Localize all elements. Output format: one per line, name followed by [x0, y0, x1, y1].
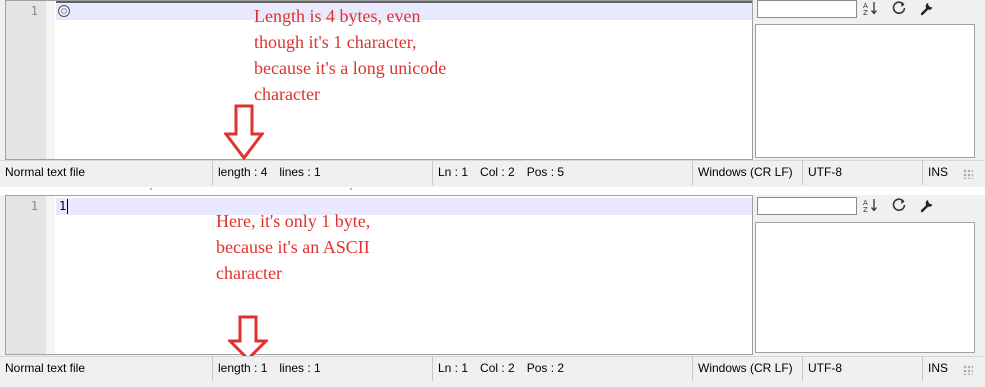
status-insert-mode: INS: [928, 165, 949, 179]
status-ln: Ln : 1: [438, 165, 469, 179]
status-lines: lines : 1: [279, 165, 321, 179]
fold-margin: [46, 1, 55, 159]
status-file-type: Normal text file: [5, 165, 86, 179]
resize-grip[interactable]: [963, 365, 973, 375]
search-input[interactable]: [757, 0, 857, 18]
side-panel-list[interactable]: [755, 222, 975, 353]
side-panel-area: AZ: [755, 0, 976, 187]
status-eol: Windows (CR LF): [698, 361, 793, 375]
status-bar: Normal text file length : 4 lines : 1 Ln …: [0, 160, 985, 185]
line-number: 1: [30, 199, 38, 213]
annotation-text: Length is 4 bytes, even though it's 1 ch…: [254, 6, 447, 104]
line-number: 1: [30, 4, 38, 18]
line-number-gutter: 1: [6, 1, 47, 159]
down-arrow-annotation: [224, 104, 264, 160]
sort-az-icon[interactable]: AZ: [862, 197, 878, 213]
annotation-text: Here, it's only 1 byte, because it's an …: [216, 211, 371, 283]
current-line-highlight: [56, 198, 752, 215]
refresh-icon[interactable]: [891, 0, 907, 16]
fold-margin: [46, 196, 55, 354]
text-caret: [67, 199, 68, 214]
search-input[interactable]: [757, 197, 857, 215]
editor-pane-bottom: 1 1 Here, it's only 1 byte, because it's…: [0, 195, 985, 387]
status-eol: Windows (CR LF): [698, 165, 793, 179]
status-ln: Ln : 1: [438, 361, 469, 375]
svg-text:Z: Z: [863, 9, 868, 16]
status-encoding: UTF-8: [808, 165, 842, 179]
svg-text:Z: Z: [863, 206, 868, 213]
divider-tick: [150, 188, 152, 190]
line-number-gutter: 1: [6, 196, 47, 354]
screenshot-divider: [0, 187, 985, 195]
ascii-character: 1: [59, 199, 67, 213]
status-col: Col : 2: [480, 165, 515, 179]
status-encoding: UTF-8: [808, 361, 842, 375]
status-bar: Normal text file length : 1 lines : 1 Ln …: [0, 356, 985, 381]
refresh-icon[interactable]: [891, 197, 907, 213]
wrench-icon[interactable]: [919, 197, 935, 213]
editor-pane-top: 1 Length is 4 bytes, even though it's 1 …: [0, 0, 985, 187]
status-col: Col : 2: [480, 361, 515, 375]
status-insert-mode: INS: [928, 361, 949, 375]
status-lines: lines : 1: [279, 361, 321, 375]
status-pos: Pos : 2: [526, 361, 565, 375]
text-editor[interactable]: 1 1: [5, 195, 753, 355]
status-pos: Pos : 5: [526, 165, 565, 179]
divider-tick: [350, 188, 352, 190]
side-panel-list[interactable]: [755, 24, 975, 158]
unicode-character-glyph: [58, 5, 70, 17]
status-length: length : 4: [218, 165, 268, 179]
sort-az-icon[interactable]: AZ: [862, 0, 878, 16]
status-length: length : 1: [218, 361, 268, 375]
status-file-type: Normal text file: [5, 361, 86, 375]
wrench-icon[interactable]: [919, 0, 935, 16]
resize-grip[interactable]: [963, 169, 973, 179]
